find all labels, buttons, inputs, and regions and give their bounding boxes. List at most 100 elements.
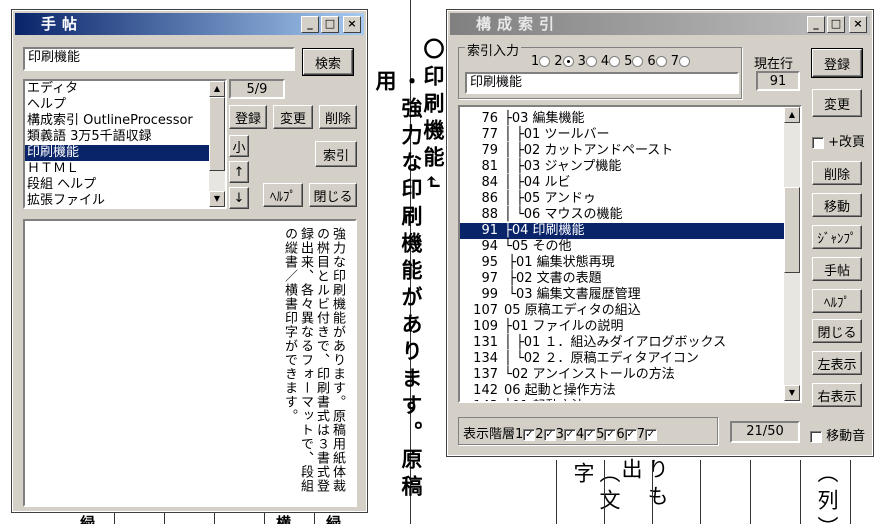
move-button[interactable]: 移動 [812,193,862,217]
level-radio-1[interactable]: 1 [531,54,551,69]
checkbox-icon[interactable]: ✓ [624,428,637,441]
move-down-button[interactable]: ↓ [229,187,249,209]
level-radio-7[interactable]: 7 [671,54,690,69]
outline-row[interactable]: 134 │ └02 ２．原稿エディタアイコン [460,351,800,367]
scroll-thumb[interactable] [784,187,800,273]
radio-icon[interactable] [678,56,690,67]
scroll-up-icon[interactable]: ▲ [209,81,225,97]
display-level-5[interactable]: 5 ✓ [596,427,617,442]
techo-button[interactable]: 手帖 [812,257,862,281]
radio-icon[interactable] [539,56,551,67]
radio-icon[interactable] [585,56,597,67]
outline-tree[interactable]: 76 ├03 編集機能 77 │ ├01 ツールバー 79 │ ├02 カットアンドペース… [458,105,802,403]
maximize-icon[interactable]: □ [321,16,339,33]
outline-row[interactable]: 94 └05 その他 [460,239,800,255]
outline-row[interactable]: 95 ├01 編集状態再現 [460,255,800,271]
move-sound-checkbox[interactable]: 移動音 [810,425,865,444]
close-button[interactable]: 閉じる [309,183,357,207]
maximize-icon[interactable]: □ [827,16,845,33]
show-left-button[interactable]: 左表示 [812,351,862,375]
scroll-down-icon[interactable]: ▼ [209,191,225,207]
level-radio-4[interactable]: 4 [601,54,621,69]
list-item[interactable]: 構成索引 OutlineProcessor [25,113,225,129]
search-input[interactable]: 印刷機能 [23,47,295,71]
display-level-1[interactable]: 1 ✓ [515,427,536,442]
display-level-7[interactable]: 7 ✓ [637,427,657,442]
help-button[interactable]: ﾍﾙﾌﾟ [812,289,862,313]
checkbox-icon[interactable] [812,136,824,149]
jump-button[interactable]: ｼﾞｬﾝﾌﾟ [812,225,862,249]
change-button[interactable]: 変更 [273,105,313,129]
delete-button[interactable]: 削除 [812,161,862,185]
level-radio-6[interactable]: 6 [647,54,667,69]
checkbox-icon[interactable]: ✓ [543,428,556,441]
list-item[interactable]: ＨＴＭＬ [25,161,225,177]
techo-titlebar[interactable]: 手帖 _ □ × [15,13,364,35]
note-preview[interactable]: 強力な印刷機能があります。原稿用紙体裁の桝目とルビ付きで、印刷書式は３書式登録出… [23,219,357,507]
checkbox-icon[interactable] [810,430,822,443]
change-button[interactable]: 変更 [812,89,862,117]
checkbox-icon[interactable]: ✓ [644,428,657,441]
minimize-icon[interactable]: _ [301,16,319,33]
radio-icon[interactable] [562,56,574,67]
close-button[interactable]: 閉じる [812,319,862,343]
radio-icon[interactable] [632,56,644,67]
level-radio-3[interactable]: 3 [578,54,597,69]
index-titlebar[interactable]: 構成索引 _ □ × [450,13,870,35]
small-button[interactable]: 小 [229,135,249,157]
list-item[interactable]: 拡張ファイル [25,193,225,207]
list-item[interactable]: 印刷機能 [25,145,225,161]
outline-row[interactable]: 142 06 起動と操作方法 [460,383,800,399]
scroll-down-icon[interactable]: ▼ [784,385,800,401]
outline-row[interactable]: 76 ├03 編集機能 [460,111,800,127]
checkbox-icon[interactable]: ✓ [563,428,576,441]
topic-list-scrollbar[interactable]: ▲ ▼ [209,81,225,207]
close-icon[interactable]: × [849,16,867,33]
help-button[interactable]: ﾍﾙﾌﾟ [263,183,303,207]
outline-row[interactable]: 91 ├04 印刷機能 [460,223,800,239]
register-button[interactable]: 登録 [811,48,863,78]
outline-row[interactable]: 137 └02 アンインストールの方法 [460,367,800,383]
level-radio-2[interactable]: 2 [554,54,574,69]
radio-icon[interactable] [655,56,667,67]
outline-row[interactable]: 97 ├02 文書の表題 [460,271,800,287]
delete-button[interactable]: 削除 [319,105,357,129]
list-item[interactable]: 段組 ヘルプ [25,177,225,193]
outline-row[interactable]: 77 │ ├01 ツールバー [460,127,800,143]
move-up-button[interactable]: ↑ [229,161,249,183]
checkbox-icon[interactable]: ✓ [523,428,536,441]
scroll-up-icon[interactable]: ▲ [784,107,800,123]
display-level-6[interactable]: 6 ✓ [616,427,637,442]
list-item[interactable]: エディタ [25,81,225,97]
minimize-icon[interactable]: _ [807,16,825,33]
outline-scrollbar[interactable]: ▲ ▼ [784,107,800,401]
index-text-input[interactable]: 印刷機能 [465,72,739,94]
close-icon[interactable]: × [343,16,361,33]
radio-icon[interactable] [609,56,621,67]
outline-row[interactable]: 143 ├01 起動方法 [460,399,800,401]
display-level-4[interactable]: 4 ✓ [576,427,597,442]
outline-row[interactable]: 81 │ ├03 ジャンプ機能 [460,159,800,175]
display-level-2[interactable]: 2 ✓ [535,427,556,442]
scroll-thumb[interactable] [209,97,225,171]
checkbox-icon[interactable]: ✓ [604,428,617,441]
outline-row[interactable]: 88 │ └06 マウスの機能 [460,207,800,223]
level-radio-5[interactable]: 5 [624,54,644,69]
outline-row[interactable]: 107 05 原稿エディタの組込 [460,303,800,319]
page-break-checkbox[interactable]: +改頁 [812,131,865,150]
checkbox-icon[interactable]: ✓ [584,428,597,441]
outline-row[interactable]: 131 │ ├01 １．組込みダイアログボックス [460,335,800,351]
outline-row[interactable]: 109 ├01 ファイルの説明 [460,319,800,335]
outline-row[interactable]: 99 └03 編集文書履歴管理 [460,287,800,303]
list-item[interactable]: 類義語 3万5千語収録 [25,129,225,145]
show-right-button[interactable]: 右表示 [812,383,862,407]
list-item[interactable]: ヘルプ [25,97,225,113]
register-button[interactable]: 登録 [229,105,267,129]
outline-row[interactable]: 84 │ ├04 ルビ [460,175,800,191]
outline-row[interactable]: 79 │ ├02 カットアンドペースト [460,143,800,159]
display-level-3[interactable]: 3 ✓ [556,427,576,442]
outline-row[interactable]: 86 │ ├05 アンドゥ [460,191,800,207]
topic-list[interactable]: エディタ ヘルプ 構成索引 OutlineProcessor 類義語 3万5千語収録印… [23,79,227,209]
search-button[interactable]: 検索 [302,48,354,76]
index-button[interactable]: 索引 [315,141,357,167]
